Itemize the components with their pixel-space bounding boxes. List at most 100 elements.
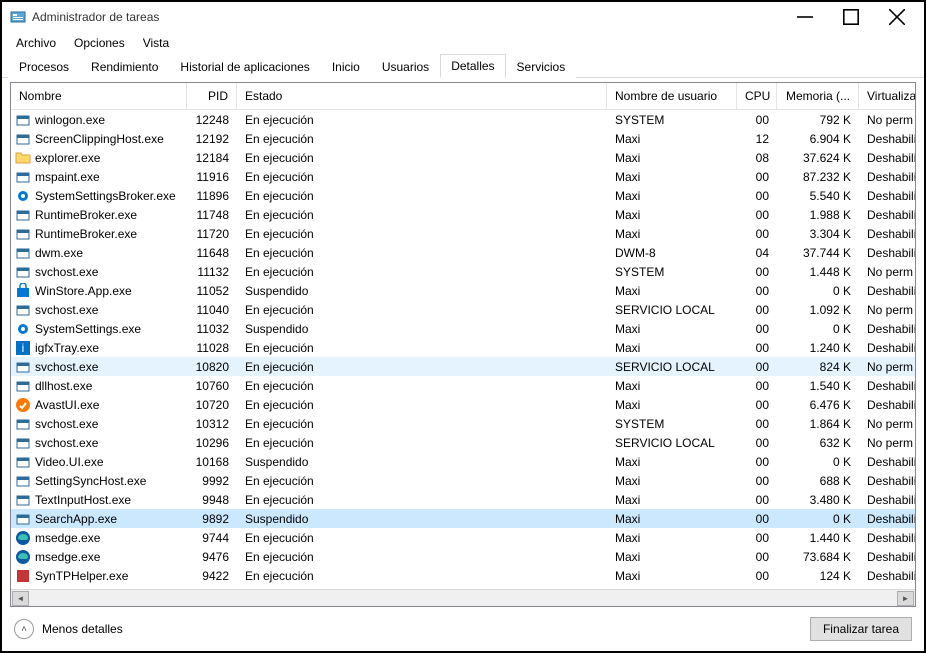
process-name: SystemSettings.exe bbox=[35, 322, 141, 336]
table-row[interactable]: AvastUI.exe10720En ejecuciónMaxi006.476 … bbox=[11, 395, 915, 414]
process-pid: 11132 bbox=[187, 265, 237, 279]
process-memory: 87.232 K bbox=[777, 170, 859, 184]
process-icon bbox=[15, 188, 31, 204]
process-memory: 73.684 K bbox=[777, 550, 859, 564]
app-icon bbox=[10, 9, 26, 25]
process-cpu: 00 bbox=[737, 208, 777, 222]
process-pid: 11032 bbox=[187, 322, 237, 336]
menu-opciones[interactable]: Opciones bbox=[66, 34, 133, 52]
process-cpu: 00 bbox=[737, 474, 777, 488]
table-row[interactable]: winlogon.exe12248En ejecuciónSYSTEM00792… bbox=[11, 110, 915, 129]
process-user: Maxi bbox=[607, 284, 737, 298]
process-user: Maxi bbox=[607, 398, 737, 412]
process-status: En ejecución bbox=[237, 493, 607, 507]
table-row[interactable]: svchost.exe11040En ejecuciónSERVICIO LOC… bbox=[11, 300, 915, 319]
header-virtualization[interactable]: Virtualiza^ bbox=[859, 83, 915, 109]
header-status[interactable]: Estado bbox=[237, 83, 607, 109]
table-row[interactable]: ScreenClippingHost.exe12192En ejecuciónM… bbox=[11, 129, 915, 148]
end-task-button[interactable]: Finalizar tarea bbox=[810, 617, 912, 641]
table-row[interactable]: dllhost.exe10760En ejecuciónMaxi001.540 … bbox=[11, 376, 915, 395]
close-button[interactable] bbox=[874, 2, 920, 32]
table-row[interactable]: Video.UI.exe10168SuspendidoMaxi000 KDesh… bbox=[11, 452, 915, 471]
process-name: svchost.exe bbox=[35, 436, 98, 450]
process-virtualization: Deshabili bbox=[859, 208, 915, 222]
process-memory: 5.540 K bbox=[777, 189, 859, 203]
process-name: RuntimeBroker.exe bbox=[35, 208, 137, 222]
header-cpu[interactable]: CPU bbox=[737, 83, 777, 109]
header-memory[interactable]: Memoria (... bbox=[777, 83, 859, 109]
table-row[interactable]: SearchApp.exe9892SuspendidoMaxi000 KDesh… bbox=[11, 509, 915, 528]
table-row[interactable]: svchost.exe11132En ejecuciónSYSTEM001.44… bbox=[11, 262, 915, 281]
process-user: Maxi bbox=[607, 512, 737, 526]
minimize-button[interactable] bbox=[782, 2, 828, 32]
header-pid[interactable]: PID bbox=[187, 83, 237, 109]
process-rows[interactable]: winlogon.exe12248En ejecuciónSYSTEM00792… bbox=[11, 110, 915, 589]
table-row[interactable]: SystemSettings.exe11032SuspendidoMaxi000… bbox=[11, 319, 915, 338]
horizontal-scrollbar[interactable]: ◄ ► bbox=[11, 589, 915, 606]
tab-usuarios[interactable]: Usuarios bbox=[371, 55, 440, 78]
process-memory: 3.480 K bbox=[777, 493, 859, 507]
table-row[interactable]: iigfxTray.exe11028En ejecuciónMaxi001.24… bbox=[11, 338, 915, 357]
scroll-left-button[interactable]: ◄ bbox=[12, 591, 29, 606]
fewer-details-button[interactable]: ˄ Menos detalles bbox=[14, 619, 123, 639]
process-name: igfxTray.exe bbox=[35, 341, 99, 355]
process-pid: 10760 bbox=[187, 379, 237, 393]
table-row[interactable]: SystemSettingsBroker.exe11896En ejecució… bbox=[11, 186, 915, 205]
table-row[interactable]: svchost.exe10820En ejecuciónSERVICIO LOC… bbox=[11, 357, 915, 376]
process-table: Nombre PID Estado Nombre de usuario CPU … bbox=[10, 82, 916, 607]
process-name: svchost.exe bbox=[35, 417, 98, 431]
process-pid: 11896 bbox=[187, 189, 237, 203]
menu-vista[interactable]: Vista bbox=[135, 34, 177, 52]
table-row[interactable]: mspaint.exe11916En ejecuciónMaxi0087.232… bbox=[11, 167, 915, 186]
table-row[interactable]: explorer.exe12184En ejecuciónMaxi0837.62… bbox=[11, 148, 915, 167]
table-row[interactable]: msedge.exe9744En ejecuciónMaxi001.440 KD… bbox=[11, 528, 915, 547]
process-memory: 0 K bbox=[777, 284, 859, 298]
process-pid: 11040 bbox=[187, 303, 237, 317]
table-row[interactable]: SynTPHelper.exe9422En ejecuciónMaxi00124… bbox=[11, 566, 915, 585]
table-row[interactable]: svchost.exe10296En ejecuciónSERVICIO LOC… bbox=[11, 433, 915, 452]
process-pid: 9476 bbox=[187, 550, 237, 564]
process-user: SERVICIO LOCAL bbox=[607, 360, 737, 374]
table-row[interactable]: msedge.exe9476En ejecuciónMaxi0073.684 K… bbox=[11, 547, 915, 566]
header-name[interactable]: Nombre bbox=[11, 83, 187, 109]
table-row[interactable]: TextInputHost.exe9948En ejecuciónMaxi003… bbox=[11, 490, 915, 509]
process-memory: 6.904 K bbox=[777, 132, 859, 146]
process-memory: 1.448 K bbox=[777, 265, 859, 279]
process-status: Suspendido bbox=[237, 455, 607, 469]
process-pid: 9948 bbox=[187, 493, 237, 507]
table-row[interactable]: WinStore.App.exe11052SuspendidoMaxi000 K… bbox=[11, 281, 915, 300]
process-memory: 688 K bbox=[777, 474, 859, 488]
tab-servicios[interactable]: Servicios bbox=[506, 55, 577, 78]
title-bar: Administrador de tareas bbox=[2, 2, 924, 32]
process-cpu: 00 bbox=[737, 303, 777, 317]
process-virtualization: No perm bbox=[859, 436, 915, 450]
tab-inicio[interactable]: Inicio bbox=[321, 55, 371, 78]
process-pid: 12184 bbox=[187, 151, 237, 165]
maximize-button[interactable] bbox=[828, 2, 874, 32]
tab-historial-de-aplicaciones[interactable]: Historial de aplicaciones bbox=[169, 55, 320, 78]
menu-archivo[interactable]: Archivo bbox=[8, 34, 64, 52]
process-cpu: 00 bbox=[737, 322, 777, 336]
tab-detalles[interactable]: Detalles bbox=[440, 54, 505, 78]
tab-procesos[interactable]: Procesos bbox=[8, 55, 80, 78]
header-user[interactable]: Nombre de usuario bbox=[607, 83, 737, 109]
process-user: Maxi bbox=[607, 550, 737, 564]
process-status: En ejecución bbox=[237, 265, 607, 279]
table-row[interactable]: RuntimeBroker.exe11748En ejecuciónMaxi00… bbox=[11, 205, 915, 224]
process-virtualization: No perm bbox=[859, 113, 915, 127]
tab-rendimiento[interactable]: Rendimiento bbox=[80, 55, 169, 78]
process-name: TextInputHost.exe bbox=[35, 493, 131, 507]
scroll-right-button[interactable]: ► bbox=[897, 591, 914, 606]
process-status: En ejecución bbox=[237, 303, 607, 317]
table-row[interactable]: dwm.exe11648En ejecuciónDWM-80437.744 KD… bbox=[11, 243, 915, 262]
table-row[interactable]: RuntimeBroker.exe11720En ejecuciónMaxi00… bbox=[11, 224, 915, 243]
process-icon bbox=[15, 245, 31, 261]
table-row[interactable]: svchost.exe10312En ejecuciónSYSTEM001.86… bbox=[11, 414, 915, 433]
process-memory: 6.476 K bbox=[777, 398, 859, 412]
process-pid: 10820 bbox=[187, 360, 237, 374]
process-name: dwm.exe bbox=[35, 246, 83, 260]
process-cpu: 00 bbox=[737, 455, 777, 469]
process-pid: 9744 bbox=[187, 531, 237, 545]
table-row[interactable]: SettingSyncHost.exe9992En ejecuciónMaxi0… bbox=[11, 471, 915, 490]
process-cpu: 04 bbox=[737, 246, 777, 260]
